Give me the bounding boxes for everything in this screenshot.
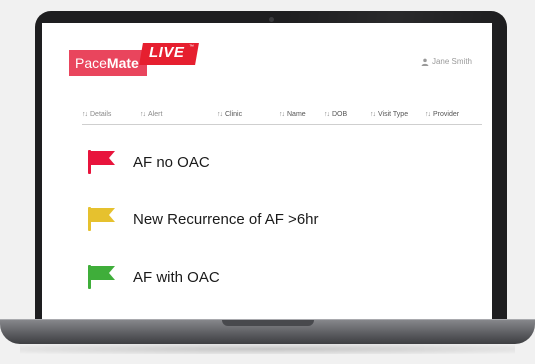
flag-legend-new-recurrence: New Recurrence of AF >6hr — [87, 207, 319, 231]
camera — [269, 17, 274, 22]
column-header-name[interactable]: ↑↓ Name — [279, 111, 306, 118]
flag-label: New Recurrence of AF >6hr — [133, 210, 319, 228]
column-header-details[interactable]: ↑↓ Details — [82, 111, 111, 118]
laptop-screen: PaceMate LIVE ™ Jane Smith ↑↓ Details ↑↓… — [42, 23, 492, 319]
green-flag-icon — [88, 265, 115, 289]
flag-label: AF no OAC — [133, 153, 210, 171]
sort-icon: ↑↓ — [140, 111, 146, 118]
app-header: PaceMate LIVE ™ Jane Smith — [42, 23, 492, 103]
user-name: Jane Smith — [431, 57, 472, 66]
flag-legend-af-no-oac: AF no OAC — [87, 150, 210, 174]
column-header-dob[interactable]: ↑↓ DOB — [324, 111, 347, 118]
yellow-flag-icon — [88, 207, 115, 231]
user-icon — [421, 58, 429, 66]
user-menu[interactable]: Jane Smith — [421, 57, 472, 66]
flag-legend-af-with-oac: AF with OAC — [87, 265, 220, 289]
column-header-provider[interactable]: ↑↓ Provider — [425, 111, 459, 118]
column-header-alert[interactable]: ↑↓ Alert — [140, 111, 162, 118]
table-header-row: ↑↓ Details ↑↓ Alert ↑↓ Clinic ↑↓ Name ↑↓… — [82, 108, 482, 125]
flag-label: AF with OAC — [133, 268, 220, 286]
sort-icon: ↑↓ — [425, 111, 431, 118]
sort-icon: ↑↓ — [324, 111, 330, 118]
red-flag-icon — [88, 150, 115, 174]
shadow — [20, 344, 515, 354]
logo-live-text: LIVE — [149, 44, 185, 61]
laptop-notch — [222, 320, 314, 326]
column-header-clinic[interactable]: ↑↓ Clinic — [217, 111, 242, 118]
sort-icon: ↑↓ — [370, 111, 376, 118]
sort-icon: ↑↓ — [82, 111, 88, 118]
sort-icon: ↑↓ — [279, 111, 285, 118]
sort-icon: ↑↓ — [217, 111, 223, 118]
logo-text: PaceMate — [75, 55, 139, 71]
column-header-visit-type[interactable]: ↑↓ Visit Type — [370, 111, 408, 118]
logo-trademark: ™ — [189, 44, 194, 50]
